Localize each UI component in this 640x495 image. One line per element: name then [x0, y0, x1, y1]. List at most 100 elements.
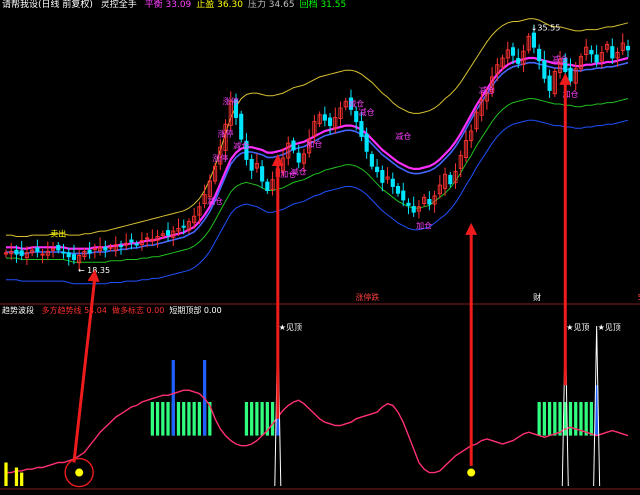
signal-block-bar [155, 402, 160, 436]
signal-block-bar [260, 402, 264, 436]
signal-label: 卖出 [50, 228, 66, 238]
volume-bar [4, 462, 8, 486]
signal-label: 加仓 [306, 139, 322, 149]
signal-block-bar [547, 402, 552, 436]
inner-band-line [6, 61, 629, 255]
candle-body [406, 202, 411, 206]
candle-body [165, 230, 171, 236]
candle-body [537, 48, 542, 62]
candle-body [129, 239, 134, 243]
signal-block-bar [197, 402, 202, 436]
signal-block-bar [161, 402, 165, 436]
top-spike-label: ★见顶 [598, 323, 621, 332]
candle-body [103, 246, 108, 251]
upper-band-line [6, 18, 629, 237]
candle-body [625, 45, 631, 51]
volume-bar [14, 467, 19, 486]
red-arrow-head [271, 154, 284, 166]
candle-body [322, 114, 327, 121]
signal-label: 涨停 [212, 153, 228, 163]
candle-body [327, 117, 333, 127]
signal-block-bar [166, 402, 170, 436]
red-arrow-head [465, 222, 478, 235]
candle-body [181, 225, 186, 228]
signal-block-bar [255, 402, 259, 436]
signal-label: 减仓 [479, 85, 495, 95]
candle-body [427, 198, 432, 205]
candle-body [516, 58, 521, 64]
signal-label: 涨停 [218, 128, 234, 138]
signal-block-bar [558, 402, 562, 436]
candle-body [19, 250, 24, 256]
signal-block-bar [176, 402, 181, 436]
signal-label: 减仓 [359, 107, 375, 117]
signal-block-bar [553, 402, 557, 436]
signal-label: 减仓 [552, 54, 568, 64]
blue-signal-bar [171, 360, 175, 436]
candle-body [265, 181, 270, 191]
candle-body [531, 32, 536, 48]
signal-block-bar [187, 402, 191, 436]
middle-band-line [6, 56, 629, 250]
candle-body [134, 243, 139, 246]
signal-block-bar [542, 402, 546, 436]
signal-label: 减仓 [207, 196, 223, 206]
signal-label: 减仓 [291, 166, 307, 176]
top-spike-label: ★见顶 [566, 323, 589, 332]
candle-body [547, 75, 552, 91]
candle-body [249, 158, 254, 171]
candle-body [411, 206, 416, 213]
candle-body [594, 54, 599, 63]
candle-body [448, 174, 453, 185]
signal-block-bar [568, 402, 573, 436]
volume-bar [20, 472, 24, 486]
candle-body [71, 254, 77, 260]
candle-body [296, 152, 301, 163]
candle-body [239, 113, 244, 140]
candle-body [589, 49, 594, 55]
candle-body [66, 252, 71, 258]
signal-label: 减仓 [395, 131, 411, 141]
candle-body [610, 46, 615, 59]
signal-block-bar [589, 402, 594, 436]
candle-body [568, 67, 573, 82]
lower-band-line [6, 98, 629, 263]
signal-block-bar [182, 402, 186, 436]
signal-block-bar [244, 402, 249, 436]
stock-chart: ← 18.35↓35.55卖出涨停涨停减仓涨停减仓加仓减仓加仓减仓减仓减仓加仓减… [0, 18, 640, 490]
high-price-label: ↓35.55 [531, 24, 561, 33]
signal-label: 涨停 [223, 96, 239, 106]
signal-block-bar [150, 402, 154, 436]
candle-body [61, 251, 66, 254]
bottom-label: 涨停跌 [355, 292, 379, 302]
candle-body [369, 154, 374, 167]
signal-block-bar [537, 402, 541, 436]
candle-body [542, 60, 547, 79]
signal-block-bar [584, 402, 588, 436]
signal-label: 加仓 [416, 220, 432, 230]
candle-body [354, 111, 359, 122]
candle-body [364, 133, 369, 152]
candle-body [395, 186, 401, 194]
candle-body [380, 170, 385, 183]
candle-body [14, 249, 19, 255]
low-marker-dot [75, 468, 84, 477]
candle-body [401, 190, 406, 201]
trend-line [6, 389, 629, 474]
signal-block-bar [250, 402, 254, 436]
candle-body [359, 121, 364, 137]
candle-body [375, 166, 380, 173]
signal-block-bar [192, 402, 196, 436]
bottom-label: 财 [533, 292, 541, 302]
signal-label: 减仓 [233, 141, 249, 151]
candle-body [118, 245, 124, 248]
candle-body [56, 244, 61, 251]
candle-body [35, 247, 40, 252]
candle-body [87, 249, 92, 254]
candle-body [260, 166, 265, 182]
candle-body [510, 47, 516, 56]
low-marker-dot [467, 468, 476, 477]
candle-body [390, 178, 395, 187]
signal-block-bar [270, 402, 275, 436]
red-arrow-shaft [72, 277, 97, 463]
